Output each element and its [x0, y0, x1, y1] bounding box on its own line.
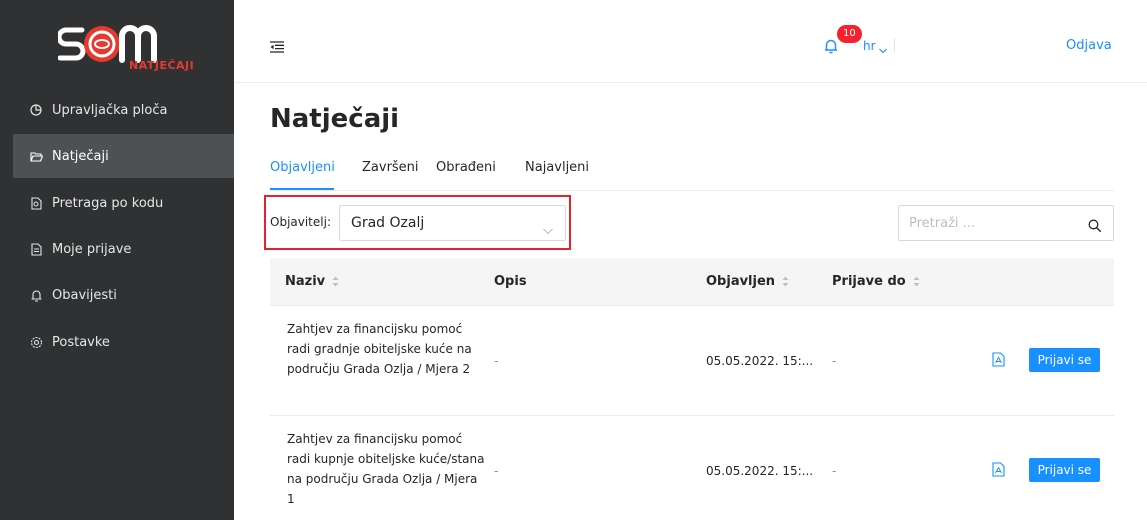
- bell-icon: [29, 288, 43, 302]
- search-icon[interactable]: [1088, 217, 1101, 232]
- sort-icon: [782, 276, 789, 287]
- pie-chart-icon: [29, 103, 43, 117]
- pdf-file-icon[interactable]: [992, 462, 1005, 477]
- table-row: Zahtjev za financijsku pomoć radi gradnj…: [270, 306, 1114, 416]
- header-divider: [894, 38, 895, 52]
- column-header-deadline[interactable]: Prijave do: [832, 274, 920, 289]
- sidebar-item-label: Natječaji: [52, 148, 109, 164]
- apply-button[interactable]: Prijavi se: [1029, 458, 1100, 482]
- publisher-label: Objavitelj:: [270, 215, 331, 229]
- logo-text: NATJEČAJI: [129, 59, 195, 72]
- publisher-select[interactable]: Grad Ozalj: [339, 205, 566, 241]
- table-header: Naziv Opis Objavljen Prijave do: [270, 258, 1114, 306]
- sidebar-item-my-applications[interactable]: Moje prijave: [0, 227, 234, 271]
- menu-fold-icon[interactable]: [270, 38, 284, 53]
- chevron-down-icon: [878, 43, 887, 54]
- sidebar-item-label: Upravljačka ploča: [52, 102, 168, 118]
- sort-icon: [913, 276, 920, 287]
- search-box: [898, 205, 1114, 241]
- sidebar-item-notifications[interactable]: Obavijesti: [0, 273, 234, 317]
- language-selector[interactable]: hr: [863, 39, 887, 54]
- tender-published: 05.05.2022. 15:...: [706, 464, 814, 478]
- tender-name: Zahtjev za financijsku pomoć radi kupnje…: [287, 432, 485, 506]
- sidebar-item-label: Postavke: [52, 334, 110, 350]
- table-row: Zahtjev za financijsku pomoć radi kupnje…: [270, 416, 1114, 520]
- tender-name: Zahtjev za financijsku pomoć radi gradnj…: [287, 322, 472, 376]
- sidebar: NATJEČAJI Upravljačka ploča Natječaji Pr…: [0, 0, 234, 520]
- page-title: Natječaji: [270, 104, 400, 134]
- column-header-label: Opis: [494, 274, 527, 289]
- tab-processed[interactable]: Obrađeni: [436, 160, 496, 175]
- app-logo[interactable]: NATJEČAJI: [56, 16, 198, 74]
- tab-published[interactable]: Objavljeni: [270, 160, 335, 175]
- sidebar-item-dashboard[interactable]: Upravljačka ploča: [0, 88, 234, 132]
- sidebar-item-label: Pretraga po kodu: [52, 195, 164, 211]
- logout-link[interactable]: Odjava: [1066, 38, 1112, 53]
- column-header-published[interactable]: Objavljen: [706, 274, 789, 289]
- apply-button[interactable]: Prijavi se: [1029, 348, 1100, 372]
- tender-deadline: -: [832, 354, 837, 368]
- column-header-label: Objavljen: [706, 274, 776, 289]
- column-header-label: Naziv: [285, 274, 326, 289]
- active-tab-indicator: [270, 188, 334, 190]
- notifications-badge: 10: [837, 25, 862, 43]
- settings-icon: [29, 335, 43, 349]
- pdf-file-icon[interactable]: [992, 352, 1005, 367]
- tender-deadline: -: [832, 464, 837, 478]
- sort-icon: [332, 276, 339, 287]
- chevron-down-icon: [543, 220, 553, 235]
- notifications-bell-icon[interactable]: [824, 38, 838, 54]
- sidebar-item-label: Obavijesti: [52, 287, 117, 303]
- column-header-description: Opis: [494, 274, 527, 289]
- sidebar-item-label: Moje prijave: [52, 241, 132, 257]
- column-header-label: Prijave do: [832, 274, 906, 289]
- tender-published: 05.05.2022. 15:...: [706, 354, 814, 368]
- language-label: hr: [863, 39, 876, 53]
- top-header: 10 hr Odjava: [234, 0, 1147, 83]
- folder-open-icon: [29, 149, 43, 163]
- file-search-icon: [29, 196, 43, 210]
- tab-finished[interactable]: Završeni: [362, 160, 419, 175]
- sidebar-item-natjecaji[interactable]: Natječaji: [13, 134, 234, 178]
- sidebar-item-search-by-code[interactable]: Pretraga po kodu: [0, 181, 234, 225]
- search-input[interactable]: [909, 214, 1069, 232]
- tab-announced[interactable]: Najavljeni: [525, 160, 589, 175]
- sidebar-item-settings[interactable]: Postavke: [0, 320, 234, 364]
- column-header-name[interactable]: Naziv: [285, 274, 339, 289]
- publisher-selected-value: Grad Ozalj: [351, 215, 425, 231]
- tender-description: -: [494, 354, 499, 368]
- status-tabs: Objavljeni Završeni Obrađeni Najavljeni: [270, 160, 1114, 191]
- tender-description: -: [494, 464, 499, 478]
- file-text-icon: [29, 242, 43, 256]
